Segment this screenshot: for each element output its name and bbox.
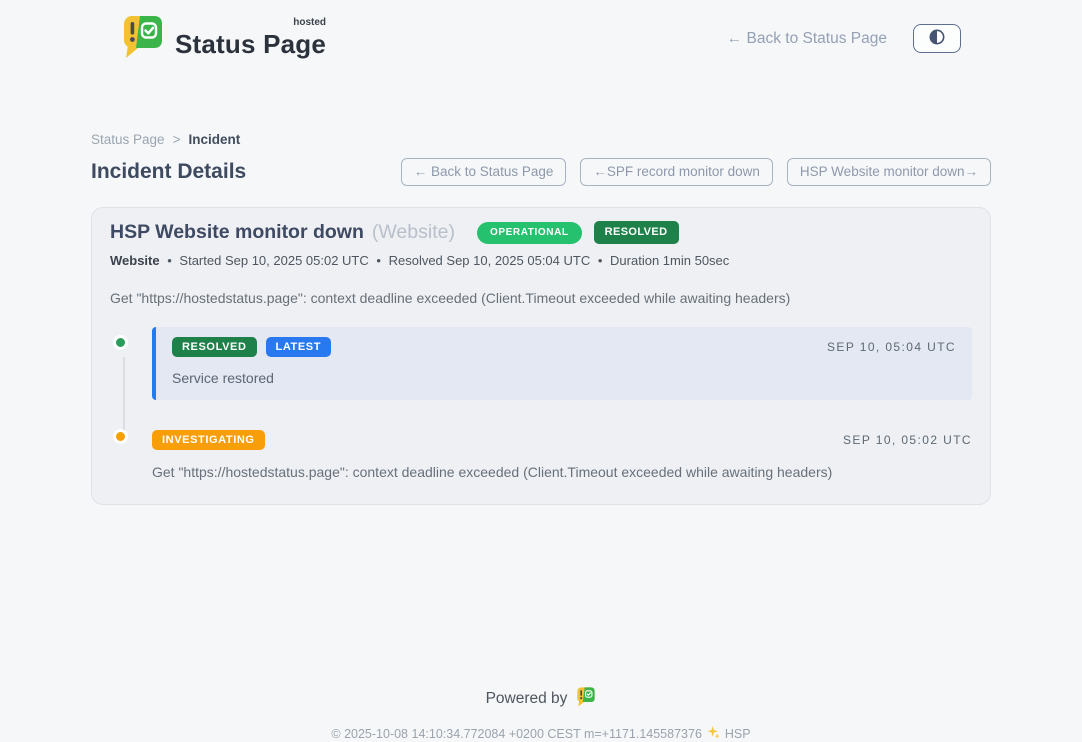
timeline-latest-badge: LATEST [266, 337, 332, 357]
breadcrumb-incident: Incident [188, 132, 240, 147]
breadcrumb: Status Page > Incident [91, 132, 991, 147]
header-actions: ← Back to Status Page [727, 24, 961, 53]
brand-wordmark: Status Page hosted [175, 18, 326, 60]
timeline-highlight-box: RESOLVED LATEST SEP 10, 05:04 UTC Servic… [152, 327, 972, 400]
brand[interactable]: Status Page hosted [121, 13, 326, 64]
theme-toggle-button[interactable] [913, 24, 961, 53]
brand-name: Status Page [175, 29, 326, 59]
copyright-brand: HSP [725, 727, 751, 741]
header-back-link[interactable]: ← Back to Status Page [727, 30, 887, 48]
meta-component: Website [110, 253, 160, 268]
timeline-resolved-badge: RESOLVED [172, 337, 257, 357]
incident-card: HSP Website monitor down (Website) OPERA… [91, 207, 991, 505]
meta-separator: • [167, 253, 172, 268]
powered-by-label: Powered by [486, 690, 568, 708]
incident-timeline: RESOLVED LATEST SEP 10, 05:04 UTC Servic… [110, 327, 972, 480]
incident-title: HSP Website monitor down [110, 221, 364, 244]
incident-component: (Website) [372, 221, 455, 244]
breadcrumb-status-page[interactable]: Status Page [91, 132, 165, 147]
breadcrumb-separator: > [173, 132, 181, 147]
incident-title-row: HSP Website monitor down (Website) OPERA… [110, 221, 972, 244]
timeline-timestamp: SEP 10, 05:02 UTC [843, 433, 972, 447]
meta-separator: • [376, 253, 381, 268]
theme-toggle-icon [928, 28, 946, 49]
operational-badge: OPERATIONAL [477, 222, 582, 244]
timeline-message: Service restored [172, 370, 956, 386]
incident-meta: Website • Started Sep 10, 2025 05:02 UTC… [110, 253, 972, 268]
copyright-line: © 2025-10-08 14:10:34.772084 +0200 CEST … [91, 726, 991, 742]
meta-started: Started Sep 10, 2025 05:02 UTC [179, 253, 368, 268]
copyright-text: © 2025-10-08 14:10:34.772084 +0200 CEST … [331, 727, 702, 741]
page-title: Incident Details [91, 160, 246, 184]
resolved-badge: RESOLVED [594, 221, 679, 244]
powered-by-logo-icon [576, 686, 596, 712]
incident-description: Get "https://hostedstatus.page": context… [110, 290, 972, 306]
timeline-dot-orange [113, 429, 128, 444]
timeline-dot-green [113, 335, 128, 350]
powered-by: Powered by [91, 686, 991, 712]
timeline-entry-header: INVESTIGATING SEP 10, 05:02 UTC [152, 430, 972, 450]
timeline-badges: INVESTIGATING [152, 430, 265, 450]
timeline-investigating-badge: INVESTIGATING [152, 430, 265, 450]
meta-resolved: Resolved Sep 10, 2025 05:04 UTC [389, 253, 591, 268]
timeline-entry-resolved: RESOLVED LATEST SEP 10, 05:04 UTC Servic… [110, 327, 972, 400]
meta-duration: Duration 1min 50sec [610, 253, 729, 268]
brand-tag: hosted [293, 17, 326, 28]
incident-nav-buttons: ← Back to Status Page ←SPF record monito… [401, 158, 991, 186]
next-incident-button[interactable]: HSP Website monitor down→ [787, 158, 991, 186]
timeline-timestamp: SEP 10, 05:04 UTC [827, 340, 956, 354]
timeline-message: Get "https://hostedstatus.page": context… [152, 464, 972, 480]
main-content: Status Page > Incident Incident Details … [91, 132, 991, 742]
heading-row: Incident Details ← Back to Status Page ←… [91, 158, 991, 186]
back-to-status-page-button[interactable]: ← Back to Status Page [401, 158, 567, 186]
header: Status Page hosted ← Back to Status Page [91, 0, 991, 64]
sparkle-icon [707, 726, 720, 742]
timeline-entry-investigating: INVESTIGATING SEP 10, 05:02 UTC Get "htt… [110, 430, 972, 480]
prev-incident-button[interactable]: ←SPF record monitor down [580, 158, 773, 186]
brand-logo-icon [121, 13, 165, 64]
footer: Powered by © 2025-10-08 14:10:34.772084 … [91, 686, 991, 742]
timeline-badges: RESOLVED LATEST [172, 337, 331, 357]
timeline-entry-header: RESOLVED LATEST SEP 10, 05:04 UTC [172, 337, 956, 357]
meta-separator: • [598, 253, 603, 268]
